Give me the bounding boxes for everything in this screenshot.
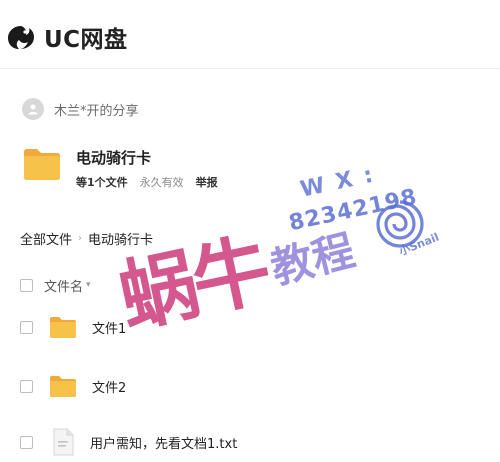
folder-icon xyxy=(24,149,60,180)
txt-file-icon xyxy=(53,428,74,456)
sharer-label: 木兰*开的分享 xyxy=(54,103,139,119)
breadcrumb-current: 电动骑行卡 xyxy=(88,233,154,248)
list-item[interactable]: 文件1 xyxy=(20,307,490,347)
user-icon xyxy=(28,104,38,115)
file-name[interactable]: 用户需知，先看文档1.txt xyxy=(90,433,237,452)
row-checkbox[interactable] xyxy=(20,435,33,449)
uc-squirrel-icon xyxy=(8,26,34,49)
folder-icon xyxy=(50,376,76,397)
share-title: 电动骑行卡 xyxy=(76,149,152,167)
chevron-right-icon: › xyxy=(78,233,83,244)
app-name: UC网盘 xyxy=(44,27,128,53)
sort-icon[interactable]: ▾ xyxy=(86,280,91,290)
validity-label: 永久有效 xyxy=(139,176,184,189)
watermark-mini: 小Snail xyxy=(397,230,441,259)
file-name[interactable]: 文件1 xyxy=(92,318,126,337)
share-meta: 等1个文件 永久有效 举报 xyxy=(76,174,218,190)
list-item[interactable]: 文件2 xyxy=(20,366,490,406)
row-checkbox[interactable] xyxy=(20,379,33,393)
file-name[interactable]: 文件2 xyxy=(92,377,126,396)
app-logo[interactable]: UC网盘 xyxy=(6,20,128,54)
select-all-checkbox[interactable] xyxy=(20,278,33,292)
share-info-card: 木兰*开的分享 电动骑行卡 等1个文件 永久有效 举报 xyxy=(0,84,500,202)
top-header: UC网盘 xyxy=(0,0,500,69)
file-list-header: 文件名 ▾ xyxy=(20,275,490,295)
snail-logo-icon xyxy=(376,200,424,248)
row-checkbox[interactable] xyxy=(20,320,33,334)
column-name-header[interactable]: 文件名 xyxy=(44,276,83,295)
breadcrumb: 全部文件 › 电动骑行卡 xyxy=(20,229,153,248)
sharer-info: 木兰*开的分享 xyxy=(22,98,139,120)
folder-icon xyxy=(50,317,76,338)
file-count: 等1个文件 xyxy=(76,176,128,189)
list-item[interactable]: 用户需知，先看文档1.txt xyxy=(20,422,490,462)
breadcrumb-root[interactable]: 全部文件 xyxy=(20,229,72,248)
avatar xyxy=(22,98,44,120)
report-link[interactable]: 举报 xyxy=(196,174,218,190)
